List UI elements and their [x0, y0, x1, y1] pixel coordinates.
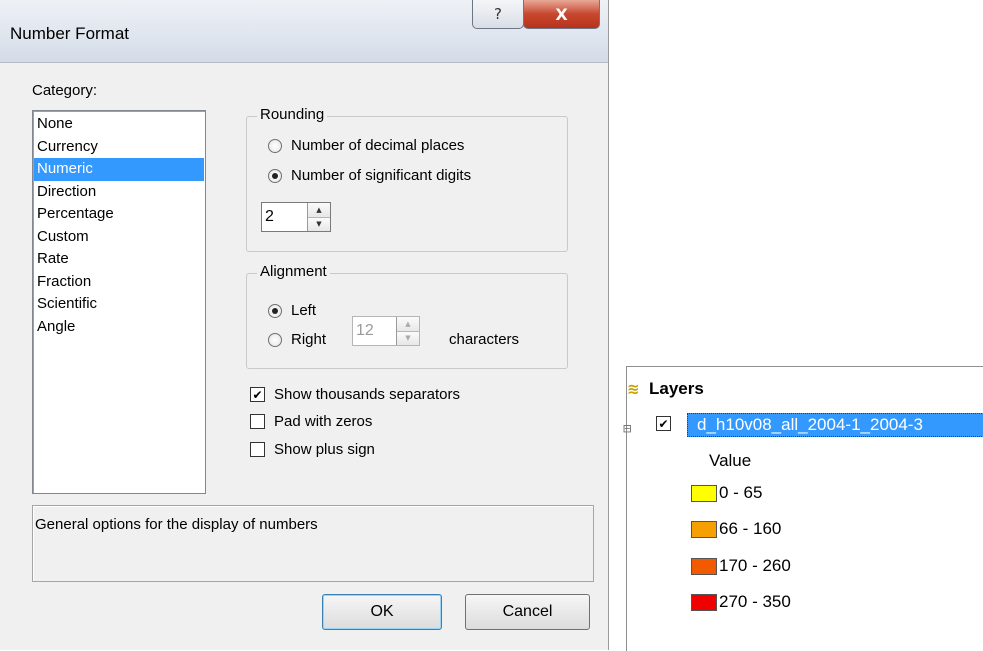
plus-sign-checkbox[interactable] — [250, 442, 265, 457]
category-item-percentage[interactable]: Percentage — [34, 203, 204, 226]
layer-name[interactable]: d_h10v08_all_2004-1_2004-3 — [687, 413, 983, 437]
category-item-rate[interactable]: Rate — [34, 248, 204, 271]
description-box: General options for the display of numbe… — [32, 505, 594, 582]
decimal-places-label: Number of decimal places — [291, 137, 465, 154]
close-button[interactable]: X — [523, 0, 600, 29]
category-item-angle[interactable]: Angle — [34, 316, 204, 339]
align-left-radio[interactable] — [268, 303, 282, 318]
category-item-none[interactable]: None — [34, 113, 204, 136]
layer-visibility-checkbox[interactable]: ✔ — [656, 416, 671, 431]
characters-label: characters — [449, 331, 520, 348]
stepper-up-icon[interactable]: ▲ — [308, 203, 330, 217]
significant-digits-label: Number of significant digits — [291, 167, 472, 184]
thousands-option[interactable]: ✔ Show thousands separators — [250, 386, 460, 403]
legend-item[interactable]: 170 - 260 — [691, 556, 791, 576]
legend-item[interactable]: 66 - 160 — [691, 519, 781, 539]
decimal-places-option[interactable]: Number of decimal places — [268, 137, 464, 154]
pad-zeros-label: Pad with zeros — [274, 413, 373, 430]
thousands-label: Show thousands separators — [274, 386, 460, 403]
layers-icon: ≋ — [627, 380, 640, 398]
characters-stepper-arrows: ▲ ▼ — [396, 317, 419, 345]
plus-sign-label: Show plus sign — [274, 441, 375, 458]
help-button[interactable]: ? — [472, 0, 524, 29]
rounding-legend: Rounding — [257, 106, 328, 123]
category-item-numeric[interactable]: Numeric — [34, 158, 204, 181]
layers-title: Layers — [649, 379, 704, 398]
title-bar[interactable]: Number Format ? X — [0, 0, 608, 63]
thousands-checkbox[interactable]: ✔ — [250, 387, 265, 402]
category-item-fraction[interactable]: Fraction — [34, 271, 204, 294]
ok-button[interactable]: OK — [322, 594, 442, 630]
description-text: General options for the display of numbe… — [35, 516, 318, 533]
characters-up-icon[interactable]: ▲ — [397, 317, 419, 331]
legend-item[interactable]: 0 - 65 — [691, 483, 762, 503]
collapse-icon[interactable]: ⊟ — [623, 421, 631, 437]
legend-swatch[interactable] — [691, 557, 717, 575]
stepper-down-icon[interactable]: ▼ — [308, 216, 330, 231]
layers-header[interactable]: ≋ Layers — [627, 379, 704, 399]
characters-stepper[interactable]: 12 ▲ ▼ — [352, 316, 420, 346]
dialog-title: Number Format — [10, 24, 130, 43]
category-item-currency[interactable]: Currency — [34, 136, 204, 159]
align-right-radio[interactable] — [268, 332, 282, 347]
align-right-option[interactable]: Right — [268, 331, 326, 348]
stepper-arrows: ▲ ▼ — [307, 203, 330, 231]
pad-zeros-option[interactable]: Pad with zeros — [250, 413, 372, 430]
category-list[interactable]: None Currency Numeric Direction Percentage Cu… — [32, 110, 206, 494]
decimal-places-radio[interactable] — [268, 138, 282, 153]
legend-item[interactable]: 270 - 350 — [691, 592, 791, 612]
help-icon: ? — [494, 5, 502, 23]
legend-label: 66 - 160 — [719, 519, 782, 538]
legend-swatch[interactable] — [691, 593, 717, 611]
rounding-digits-value[interactable]: 2 — [262, 203, 307, 231]
align-left-label: Left — [291, 302, 317, 319]
value-heading: Value — [709, 451, 752, 470]
number-format-dialog: Number Format ? X Category: None Currency… — [0, 0, 609, 650]
legend-label: 270 - 350 — [719, 592, 791, 611]
significant-digits-option[interactable]: Number of significant digits — [268, 167, 471, 184]
characters-down-icon[interactable]: ▼ — [397, 330, 419, 345]
legend-label: 170 - 260 — [719, 556, 791, 575]
align-right-label: Right — [291, 331, 327, 348]
category-label: Category: — [32, 82, 98, 99]
legend-swatch[interactable] — [691, 520, 717, 538]
plus-sign-option[interactable]: Show plus sign — [250, 441, 375, 458]
legend-label: 0 - 65 — [719, 483, 763, 502]
cancel-button[interactable]: Cancel — [465, 594, 590, 630]
category-item-scientific[interactable]: Scientific — [34, 293, 204, 316]
characters-value[interactable]: 12 — [353, 317, 396, 345]
pad-zeros-checkbox[interactable] — [250, 414, 265, 429]
legend-swatch[interactable] — [691, 484, 717, 502]
alignment-legend: Alignment — [257, 263, 330, 280]
category-item-direction[interactable]: Direction — [34, 181, 204, 204]
align-left-option[interactable]: Left — [268, 302, 316, 319]
significant-digits-radio[interactable] — [268, 168, 282, 183]
layers-panel: ≋ Layers ⊟ ✔ d_h10v08_all_2004-1_2004-3 … — [623, 366, 983, 651]
category-item-custom[interactable]: Custom — [34, 226, 204, 249]
close-icon: X — [555, 4, 568, 24]
rounding-digits-stepper[interactable]: 2 ▲ ▼ — [261, 202, 331, 232]
